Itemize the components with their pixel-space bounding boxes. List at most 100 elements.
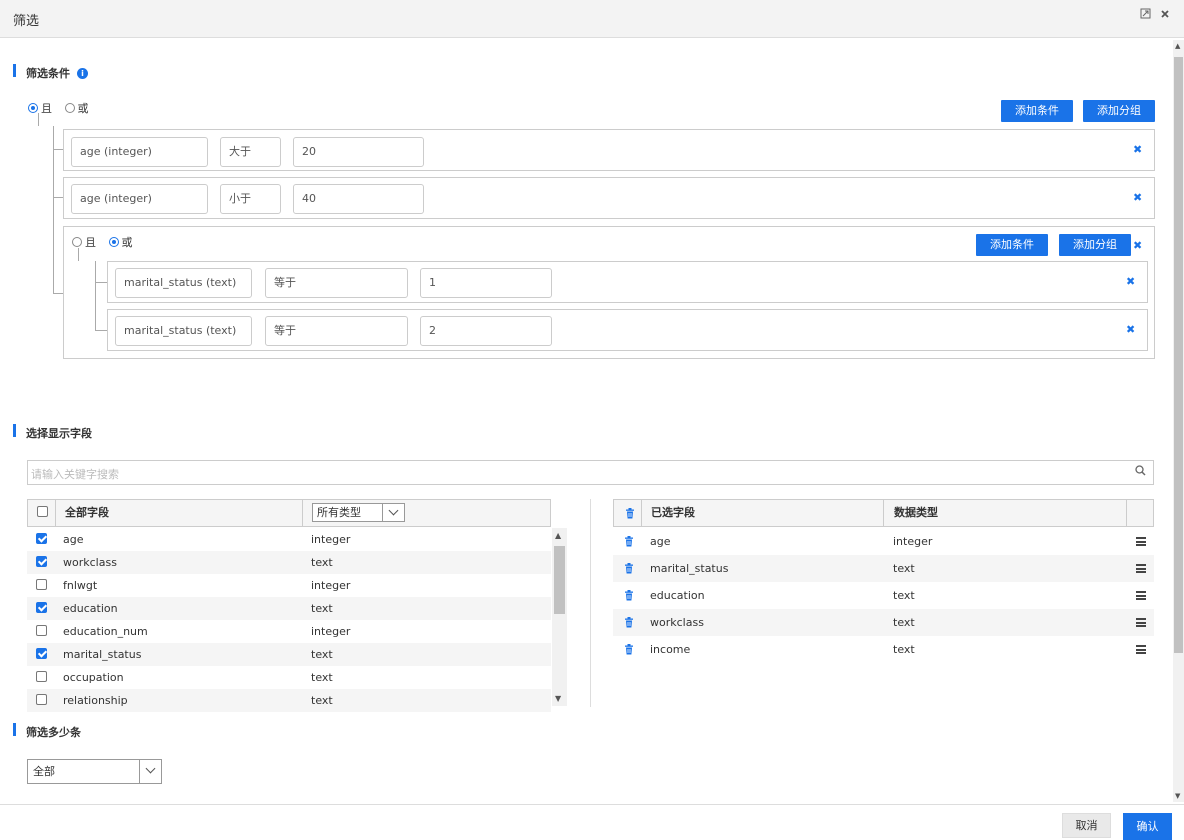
group-radio-or-icon[interactable] [108,237,119,247]
condition-field-select[interactable]: age (integer) [71,137,208,167]
field-row[interactable]: relationship text [27,689,551,712]
delete-condition-icon[interactable]: ✖ [1126,323,1135,336]
field-checkbox[interactable] [36,689,47,712]
radio-or-icon[interactable] [64,103,75,113]
delete-condition-icon[interactable]: ✖ [1126,275,1135,288]
field-checkbox[interactable] [36,528,47,551]
selected-field-name: income [650,643,691,656]
trash-icon[interactable] [624,590,634,601]
field-row[interactable]: marital_status text [27,643,551,666]
condition-value-input[interactable]: 40 [293,184,424,214]
trash-icon[interactable] [625,508,635,519]
field-name: education_num [63,625,148,638]
group-add-condition-button[interactable]: 添加条件 [976,234,1048,256]
page-scrollbar[interactable]: ▲ ▼ [1173,40,1184,802]
field-type: text [311,602,333,615]
selected-field-row[interactable]: workclass text [613,609,1154,636]
add-condition-button[interactable]: 添加条件 [1001,100,1073,122]
tree-line [95,282,107,283]
maximize-icon[interactable] [1140,8,1151,22]
confirm-button[interactable]: 确认 [1123,813,1172,840]
group-radio-and-label: 且 [85,236,96,249]
condition-field-select[interactable]: marital_status (text) [115,316,252,346]
field-checkbox[interactable] [36,643,47,666]
group-radio-or[interactable]: 或 [108,236,133,249]
scroll-down-icon[interactable]: ▼ [1175,792,1180,800]
field-row[interactable]: fnlwgt integer [27,574,551,597]
tree-line [95,330,107,331]
type-filter-select[interactable]: 所有类型 [312,503,405,522]
selected-field-type: text [893,616,915,629]
selected-field-row[interactable]: education text [613,582,1154,609]
scrollbar-thumb[interactable] [554,546,565,614]
chevron-down-icon[interactable] [139,760,161,783]
tree-line [95,261,96,330]
condition-operator-select[interactable]: 等于 [265,268,408,298]
field-checkbox[interactable] [36,620,47,643]
trash-icon[interactable] [624,536,634,547]
condition-operator-select[interactable]: 小于 [220,184,281,214]
drag-handle-icon[interactable] [1136,591,1146,600]
radio-and-label: 且 [41,102,52,115]
drag-handle-icon[interactable] [1136,537,1146,546]
field-row[interactable]: age integer [27,528,551,551]
field-checkbox[interactable] [36,597,47,620]
drag-handle-icon[interactable] [1136,564,1146,573]
limit-select[interactable]: 全部 [27,759,162,784]
drag-handle-icon[interactable] [1136,618,1146,627]
select-all-checkbox[interactable] [37,506,48,520]
all-fields-scrollbar[interactable]: ▲ ▼ [552,528,567,706]
field-checkbox[interactable] [36,551,47,574]
info-icon[interactable]: i [77,68,88,79]
add-group-button[interactable]: 添加分组 [1083,100,1155,122]
scroll-down-icon[interactable]: ▼ [555,694,561,703]
drag-handle-icon[interactable] [1136,645,1146,654]
tree-line [53,293,63,294]
trash-icon[interactable] [624,644,634,655]
field-row[interactable]: occupation text [27,666,551,689]
selected-field-row[interactable]: age integer [613,528,1154,555]
condition-value-input[interactable]: 1 [420,268,552,298]
field-row[interactable]: education_num integer [27,620,551,643]
cancel-button[interactable]: 取消 [1062,813,1111,838]
search-icon[interactable] [1135,465,1146,476]
condition-field-select[interactable]: marital_status (text) [115,268,252,298]
group-radio-and-icon[interactable] [72,237,82,247]
delete-condition-icon[interactable]: ✖ [1133,143,1142,156]
group-radio-and[interactable]: 且 [72,236,96,249]
scroll-up-icon[interactable]: ▲ [1175,42,1180,50]
field-checkbox[interactable] [36,666,47,689]
delete-condition-icon[interactable]: ✖ [1133,191,1142,204]
close-icon[interactable] [1160,8,1170,22]
filter-section-label: 筛选条件 [26,67,70,80]
limit-value: 全部 [33,765,55,778]
group-add-group-button[interactable]: 添加分组 [1059,234,1131,256]
condition-value-input[interactable]: 20 [293,137,424,167]
field-name: workclass [63,556,117,569]
scroll-up-icon[interactable]: ▲ [555,531,561,540]
field-row[interactable]: workclass text [27,551,551,574]
condition-value-input[interactable]: 2 [420,316,552,346]
condition-row: age (integer) 小于 40 ✖ [63,177,1155,219]
field-search-input[interactable]: 请输入关键字搜索 [27,460,1154,485]
radio-and[interactable]: 且 [28,102,52,115]
chevron-down-icon[interactable] [382,504,404,521]
filter-section-title: 筛选条件 i [13,64,88,81]
field-checkbox[interactable] [36,574,47,597]
condition-operator-select[interactable]: 等于 [265,316,408,346]
field-name: relationship [63,694,128,707]
scrollbar-thumb[interactable] [1174,57,1183,653]
radio-or[interactable]: 或 [64,102,89,115]
condition-operator-select[interactable]: 大于 [220,137,281,167]
field-type: text [311,694,333,707]
selected-field-row[interactable]: marital_status text [613,555,1154,582]
trash-icon[interactable] [624,617,634,628]
trash-icon[interactable] [624,563,634,574]
search-placeholder: 请输入关键字搜索 [31,468,119,481]
condition-field-select[interactable]: age (integer) [71,184,208,214]
selected-field-row[interactable]: income text [613,636,1154,663]
field-row[interactable]: education text [27,597,551,620]
radio-and-icon[interactable] [28,103,38,113]
delete-group-icon[interactable]: ✖ [1133,239,1142,252]
type-filter-value: 所有类型 [317,506,361,519]
